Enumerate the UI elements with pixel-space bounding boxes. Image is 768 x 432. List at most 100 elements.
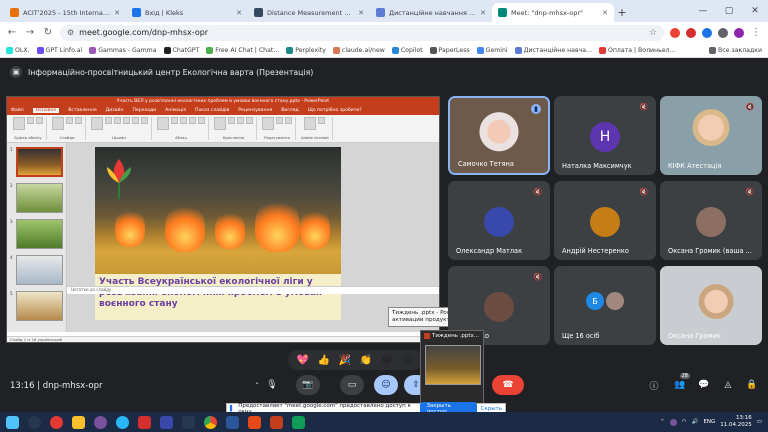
maximize-icon[interactable]: ▢ [716, 0, 742, 22]
app-icon[interactable] [292, 415, 305, 429]
ribbon-button[interactable] [13, 117, 25, 130]
ppt-menu-item[interactable]: Основне [32, 108, 60, 113]
people-icon[interactable]: 👥 28 [672, 373, 690, 393]
participant-tile[interactable]: 🔇 Андрій Нестеренко [554, 181, 656, 260]
ppt-menu-item[interactable]: Дизайн [106, 108, 124, 113]
tray-chevron-icon[interactable]: ⌃ [660, 419, 665, 425]
bookmark-item[interactable]: Copilot [391, 46, 423, 54]
back-icon[interactable]: ← [6, 27, 18, 38]
search-icon[interactable] [28, 415, 41, 429]
slide-thumbnail[interactable]: 2 [10, 183, 63, 213]
mic-options-icon[interactable]: ⌃ [252, 375, 262, 395]
tab-close-icon[interactable]: ✕ [236, 9, 242, 17]
participant-tile[interactable]: 🔇 Олександр Матлак [448, 181, 550, 260]
bookmark-item[interactable]: GPT Linfo.ai [36, 46, 82, 54]
bookmark-item[interactable]: Дистанційне навча... [514, 46, 592, 54]
shapes-icon[interactable]: ◬ [720, 377, 736, 393]
new-tab-icon[interactable]: + [614, 3, 630, 22]
ribbon-button[interactable] [27, 117, 34, 124]
explorer-icon[interactable] [72, 415, 85, 429]
slide-thumbnail[interactable]: 1 [10, 147, 63, 177]
info-icon[interactable]: ⓘ [646, 377, 662, 393]
ribbon-button[interactable] [157, 117, 169, 130]
ribbon-button[interactable] [318, 117, 326, 124]
reaction-emoji[interactable]: 🎉 [338, 353, 352, 367]
browser-tab[interactable]: Дистанційне навчання в ВСП ✕ [370, 3, 492, 22]
address-bar[interactable]: ⚙ meet.google.com/dnp-mhsx-opr ☆ [60, 24, 664, 41]
forward-icon[interactable]: → [24, 27, 36, 38]
ribbon-button[interactable] [91, 117, 103, 130]
opera-icon[interactable] [50, 415, 63, 429]
taskbar-window-preview[interactable]: Тиждень .pptx... [420, 330, 484, 404]
slide-thumbnail[interactable]: 3 [10, 219, 63, 249]
ribbon-button[interactable] [262, 117, 274, 130]
ribbon-button[interactable] [198, 117, 205, 124]
browser-tab[interactable]: Distance Measurement using A ✕ [248, 3, 370, 22]
site-info-icon[interactable]: ⚙ [67, 28, 74, 37]
ppt-menu-item[interactable]: Файл [11, 108, 24, 113]
extension-icon[interactable] [686, 27, 696, 38]
ppt-menu-item[interactable]: Рецензування [238, 108, 272, 113]
bookmark-item[interactable]: Perplexity [286, 46, 326, 54]
word-icon[interactable] [226, 415, 239, 429]
browser-tab[interactable]: Вхід | Kleks ✕ [126, 3, 248, 22]
participant-tile[interactable]: 🔇 Оксана Громик (ваша ... [660, 181, 762, 260]
reaction-emoji[interactable]: 👍 [317, 353, 331, 367]
app-icon[interactable] [248, 415, 261, 429]
volume-icon[interactable]: 🔊 [692, 419, 699, 425]
slide-thumbnail[interactable]: 4 [10, 255, 63, 285]
tab-close-icon[interactable]: ✕ [480, 9, 486, 17]
ribbon-button[interactable] [36, 117, 43, 124]
bookmark-star-icon[interactable]: ☆ [649, 28, 657, 38]
captions-button[interactable]: ▭ [340, 375, 364, 395]
language-indicator[interactable]: ENG [703, 419, 715, 425]
camera-button[interactable]: 📷 [296, 375, 320, 395]
ribbon-button[interactable] [105, 117, 112, 124]
ribbon-button[interactable] [304, 117, 317, 130]
extension-icon[interactable] [702, 27, 712, 38]
participant-tile[interactable]: Оксана Громик [660, 266, 762, 345]
reaction-emoji[interactable]: 💖 [296, 353, 310, 367]
participant-tile[interactable]: ▮ Самочко Тетяна [448, 96, 550, 175]
reaction-emoji[interactable]: 👏 [359, 353, 373, 367]
profile-avatar[interactable] [734, 27, 744, 38]
menu-icon[interactable]: ⋮ [750, 27, 762, 38]
reaction-emoji[interactable]: 😮 [401, 353, 415, 367]
ppt-menu-item[interactable]: Показ слайдів [195, 108, 229, 113]
extension-icon[interactable] [670, 27, 680, 38]
chat-icon[interactable]: 💬 [696, 377, 712, 393]
mic-button[interactable]: 🎙 [262, 375, 282, 395]
ribbon-button[interactable] [285, 117, 292, 124]
ribbon-button[interactable] [66, 117, 73, 124]
ribbon-button[interactable] [214, 117, 226, 130]
bookmark-item[interactable]: Gemini [476, 46, 508, 54]
ribbon-button[interactable] [180, 117, 187, 124]
participant-tile[interactable]: 🔇 КІФК Атестація [660, 96, 762, 175]
participant-tile[interactable]: Н 🔇 Наталка Максимчук [554, 96, 656, 175]
tab-close-icon[interactable]: ✕ [602, 9, 608, 17]
tab-close-icon[interactable]: ✕ [358, 9, 364, 17]
bookmark-item[interactable]: ChatGPT [163, 46, 199, 54]
ribbon-button[interactable] [171, 117, 178, 124]
browser-tab[interactable]: Meet: "dnp-mhsx-opr" ✕ [492, 3, 614, 22]
app-icon[interactable] [160, 415, 173, 429]
bookmark-item[interactable]: Оплата | Волиньел... [598, 46, 675, 54]
app-icon[interactable] [182, 415, 195, 429]
bookmark-item[interactable]: claude.ai/new [332, 46, 385, 54]
tab-close-icon[interactable]: ✕ [114, 9, 120, 17]
ribbon-button[interactable] [132, 117, 139, 124]
telegram-icon[interactable] [116, 415, 129, 429]
ppt-menu-item[interactable]: Переходи [132, 108, 156, 113]
ribbon-button[interactable] [123, 117, 130, 124]
participant-tile[interactable]: Б Ще 16 осіб [554, 266, 656, 345]
browser-tab[interactable]: ACIT'2025 - 15th International ✕ [4, 3, 126, 22]
slide-notes[interactable]: Нотатки до слайду [67, 286, 439, 294]
all-bookmarks[interactable]: Все закладки [708, 46, 762, 54]
ribbon-button[interactable] [75, 117, 82, 124]
lock-icon[interactable]: 🔒 [744, 377, 760, 393]
start-icon[interactable] [6, 415, 19, 429]
bookmark-item[interactable]: Gammas - Gamma [89, 46, 157, 54]
slide-thumbnail[interactable]: 5 [10, 291, 63, 321]
leave-call-button[interactable]: ☎ [492, 375, 524, 395]
chrome-icon[interactable] [204, 415, 217, 429]
